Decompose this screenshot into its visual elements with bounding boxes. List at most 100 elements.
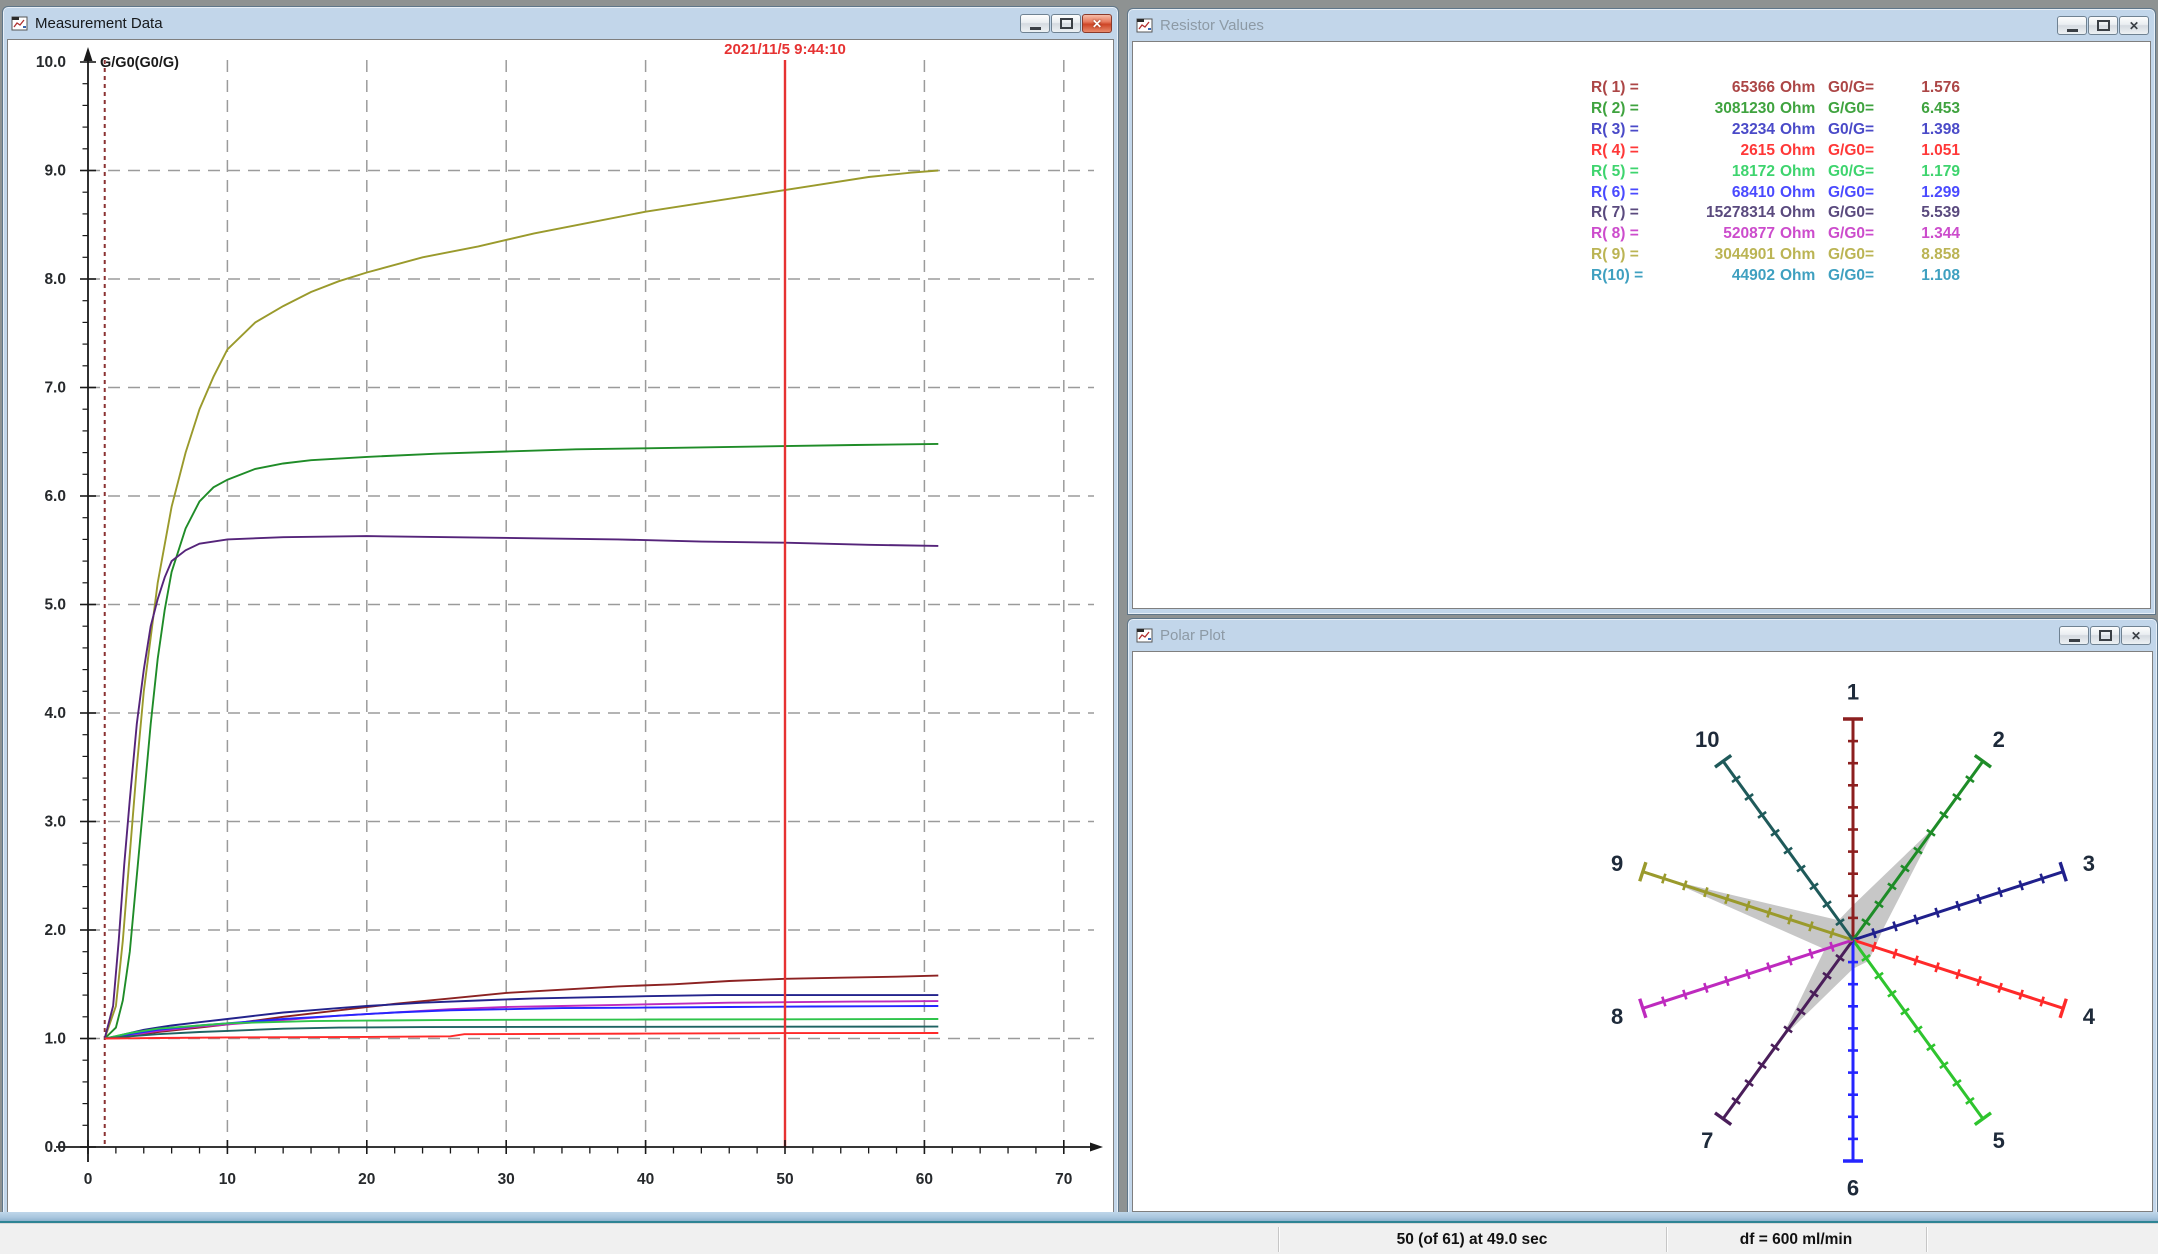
res-label: R( 4) = [1591,141,1665,162]
resistor-row: R( 5) =18172OhmG0/G=1.179 [1591,162,1960,183]
resistor-values-window: Resistor Values ✕ R( 1) =65366OhmG0/G=1.… [1127,8,2156,615]
polar-spoke-tick [2041,874,2044,884]
polar-spoke-tick [1936,908,1939,918]
minimize-button[interactable] [2059,626,2089,645]
res-label: R( 2) = [1591,99,1665,120]
res-label: R(10) = [1591,266,1665,287]
res-ratio-label: G/G0= [1828,141,1894,162]
polar-value-polygon [1667,825,1937,1039]
maximize-button[interactable] [1051,14,1081,33]
x-tick-label: 40 [637,1171,654,1188]
res-ratio-label: G/G0= [1828,224,1894,245]
curve-R7 [105,536,939,1038]
resistor-row: R( 6) =68410OhmG/G0=1.299 [1591,183,1960,204]
polar-spoke-label: 10 [1695,727,1719,752]
res-ohms: 3081230 [1665,99,1775,120]
res-label: R( 3) = [1591,120,1665,141]
polar-spoke-endcap [1715,755,1731,767]
resistor-titlebar[interactable]: Resistor Values ✕ [1132,9,2151,41]
x-tick-label: 70 [1055,1171,1072,1188]
polar-spoke-tick [1978,894,1981,904]
x-axis-arrow [1090,1143,1103,1152]
res-ratio: 8.858 [1894,245,1960,266]
close-button[interactable]: ✕ [2119,16,2149,35]
res-unit: Ohm [1775,183,1828,204]
res-ohms: 2615 [1665,141,1775,162]
res-ratio-label: G/G0= [1828,99,1894,120]
polar-titlebar[interactable]: Polar Plot ✕ [1132,619,2153,651]
res-unit: Ohm [1775,245,1828,266]
res-ohms: 520877 [1665,224,1775,245]
resistor-list: R( 1) =65366OhmG0/G=1.576R( 2) =3081230O… [1591,78,1960,287]
polar-spoke-tick [1957,969,1960,979]
polar-spoke-tick [1978,976,1981,986]
polar-spoke-label: 2 [1993,727,2005,752]
x-tick-label: 30 [498,1171,515,1188]
resistor-row: R( 9) =3044901OhmG/G0=8.858 [1591,245,1960,266]
polar-spoke-tick [1662,874,1665,884]
polar-spoke-tick [1788,956,1791,966]
time-cursor-label: 2021/11/5 9:44:10 [724,41,846,58]
x-tick-label: 50 [776,1171,793,1188]
resistor-row: R( 1) =65366OhmG0/G=1.576 [1591,78,1960,99]
polar-spoke-tick [1809,949,1812,959]
curve-R4 [105,1033,939,1039]
res-label: R( 8) = [1591,224,1665,245]
polar-spoke-tick [1683,990,1686,1000]
y-tick-label: 2.0 [44,922,66,939]
y-tick-label: 1.0 [44,1031,66,1048]
window-title: Measurement Data [35,15,1020,32]
res-unit: Ohm [1775,224,1828,245]
window-title: Resistor Values [1160,17,2057,34]
res-ratio: 5.539 [1894,203,1960,224]
status-bar: 50 (of 61) at 49.0 sec df = 600 ml/min [0,1223,2158,1254]
res-ratio-label: G0/G= [1828,120,1894,141]
mdi-desktop: Measurement Data ✕ 2021/11/5 9:44:10 0 10 2… [0,0,2158,1254]
minimize-button[interactable] [1020,14,1050,33]
y-tick-label: 9.0 [44,163,66,180]
minimize-button[interactable] [2057,16,2087,35]
res-ratio: 1.398 [1894,120,1960,141]
polar-spoke-tick [1999,983,2002,993]
close-button[interactable]: ✕ [1082,14,1112,33]
resistor-row: R( 4) =2615OhmG/G0=1.051 [1591,141,1960,162]
y-tick-label: 4.0 [44,705,66,722]
polar-spoke-tick [1893,922,1896,932]
resistor-list-area: R( 1) =65366OhmG0/G=1.576R( 2) =3081230O… [1132,41,2151,609]
polar-spoke-tick [1767,963,1770,973]
polar-spoke-label: 3 [2083,851,2095,876]
polar-spoke-tick [2041,997,2044,1007]
res-ratio: 1.299 [1894,183,1960,204]
res-ratio: 1.108 [1894,266,1960,287]
y-tick-label: 0.0 [44,1139,66,1156]
y-tick-label: 10.0 [36,54,66,71]
measurement-titlebar[interactable]: Measurement Data ✕ [7,7,1114,39]
polar-spoke-label: 7 [1701,1128,1713,1153]
res-label: R( 6) = [1591,183,1665,204]
polar-spoke-label: 4 [2083,1004,2096,1029]
res-label: R( 5) = [1591,162,1665,183]
x-tick-label: 0 [84,1171,93,1188]
resistor-row: R( 2) =3081230OhmG/G0=6.453 [1591,99,1960,120]
y-tick-label: 5.0 [44,597,66,614]
maximize-button[interactable] [2090,626,2120,645]
close-button[interactable]: ✕ [2121,626,2151,645]
maximize-button[interactable] [2088,16,2118,35]
y-tick-label: 8.0 [44,271,66,288]
res-label: R( 1) = [1591,78,1665,99]
res-ratio-label: G/G0= [1828,203,1894,224]
res-ratio: 1.344 [1894,224,1960,245]
measurement-chart: 2021/11/5 9:44:100102030405060700.01.02.… [8,40,1113,1212]
curve-R5 [105,1019,939,1039]
polar-spoke-tick [1662,997,1665,1007]
res-ohms: 23234 [1665,120,1775,141]
res-unit: Ohm [1775,120,1828,141]
polar-spoke-tick [1704,983,1707,993]
mdi-bottom-edge [0,1212,2158,1223]
res-unit: Ohm [1775,78,1828,99]
res-ohms: 65366 [1665,78,1775,99]
res-ratio: 1.179 [1894,162,1960,183]
res-ohms: 15278314 [1665,203,1775,224]
y-tick-label: 7.0 [44,380,66,397]
polar-spoke-label: 1 [1847,680,1859,705]
